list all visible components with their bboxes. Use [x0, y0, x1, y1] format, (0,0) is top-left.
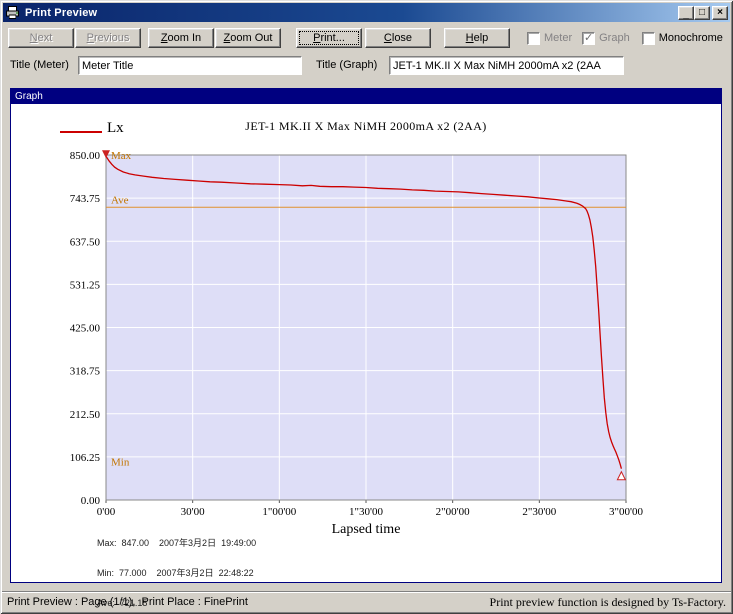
svg-text:2"30'00: 2"30'00 [522, 506, 556, 518]
svg-text:318.75: 318.75 [70, 366, 101, 378]
svg-text:531.25: 531.25 [70, 279, 101, 291]
preview-panel: Graph 850.00 743.75 637.50 531.25 425.00 318.… [10, 88, 722, 608]
close-preview-button[interactable]: Close [365, 28, 431, 48]
monochrome-checkbox-group: Monochrome [641, 31, 723, 45]
stat-max: Max: 847.00 2007年3月2日 19:49:00 [97, 538, 257, 548]
svg-text:850.00: 850.00 [70, 150, 101, 162]
print-preview-window: Print Preview _ □ × Next Previous Zoom I… [0, 0, 733, 614]
legend-swatch [60, 131, 102, 133]
svg-text:0'00: 0'00 [97, 506, 116, 518]
zoom-out-button[interactable]: Zoom Out [215, 28, 281, 48]
svg-text:425.00: 425.00 [70, 323, 101, 335]
minimize-icon: _ [683, 9, 689, 20]
chart-svg: 850.00 743.75 637.50 531.25 425.00 318.75 212.… [70, 150, 644, 518]
svg-text:106.25: 106.25 [70, 452, 101, 464]
title-fields-row: Title (Meter) Title (Graph) [0, 53, 733, 79]
next-button[interactable]: Next [8, 28, 74, 48]
svg-text:Ave: Ave [111, 194, 129, 206]
svg-text:1"30'00: 1"30'00 [349, 506, 383, 518]
meter-title-label: Title (Meter) [10, 59, 69, 71]
meter-checkbox-group: Meter [527, 31, 573, 45]
x-axis-title: Lapsed time [331, 522, 401, 537]
svg-text:Max: Max [111, 150, 132, 162]
graph-title-input[interactable] [389, 56, 624, 75]
close-button[interactable]: × [712, 5, 728, 20]
minimize-button[interactable]: _ [678, 5, 694, 20]
svg-text:3"00'00: 3"00'00 [609, 506, 643, 518]
help-button[interactable]: Help [444, 28, 510, 48]
svg-text:2"00'00: 2"00'00 [436, 506, 470, 518]
graph-checkbox-group: ✓ Graph [582, 31, 630, 45]
check-icon: ✓ [584, 31, 594, 44]
chart-title: JET-1 MK.II X Max NiMH 2000mA x2 (2AA) [245, 119, 487, 133]
svg-text:1"00'00: 1"00'00 [262, 506, 296, 518]
print-button[interactable]: Print... [296, 28, 362, 48]
graph-title-label: Title (Graph) [316, 59, 378, 71]
maximize-icon: □ [698, 7, 706, 18]
monochrome-checkbox-label: Monochrome [658, 32, 723, 44]
status-credit: Print preview function is designed by Ts… [489, 594, 726, 609]
close-icon: × [717, 7, 723, 18]
meter-checkbox[interactable] [527, 31, 540, 45]
meter-checkbox-label: Meter [544, 32, 573, 44]
graph-checkbox-label: Graph [599, 32, 630, 44]
chart-area: 850.00 743.75 637.50 531.25 425.00 318.75 212.… [11, 104, 721, 608]
svg-text:637.50: 637.50 [70, 236, 101, 248]
svg-text:Min: Min [111, 457, 130, 469]
svg-text:30'00: 30'00 [181, 506, 205, 518]
titlebar: Print Preview _ □ × [3, 3, 730, 22]
zoom-in-button[interactable]: Zoom In [148, 28, 214, 48]
svg-text:743.75: 743.75 [70, 193, 101, 205]
window-title: Print Preview [25, 6, 98, 19]
previous-button[interactable]: Previous [75, 28, 141, 48]
graph-panel-header: Graph [11, 89, 721, 104]
monochrome-checkbox[interactable] [641, 31, 655, 45]
meter-title-input[interactable] [78, 56, 302, 75]
printer-icon [5, 5, 21, 20]
toolbar: Next Previous Zoom In Zoom Out Print... … [0, 26, 733, 50]
statusbar: Print Preview : Page (1/1), Print Place … [2, 591, 731, 611]
svg-text:212.50: 212.50 [70, 409, 101, 421]
graph-checkbox[interactable]: ✓ [582, 31, 596, 45]
status-page-info: Print Preview : Page (1/1), Print Place … [7, 596, 248, 608]
stat-min: Min: 77.000 2007年3月2日 22:48:22 [97, 568, 254, 578]
caption-buttons: _ □ × [678, 5, 728, 20]
maximize-button[interactable]: □ [694, 5, 710, 20]
